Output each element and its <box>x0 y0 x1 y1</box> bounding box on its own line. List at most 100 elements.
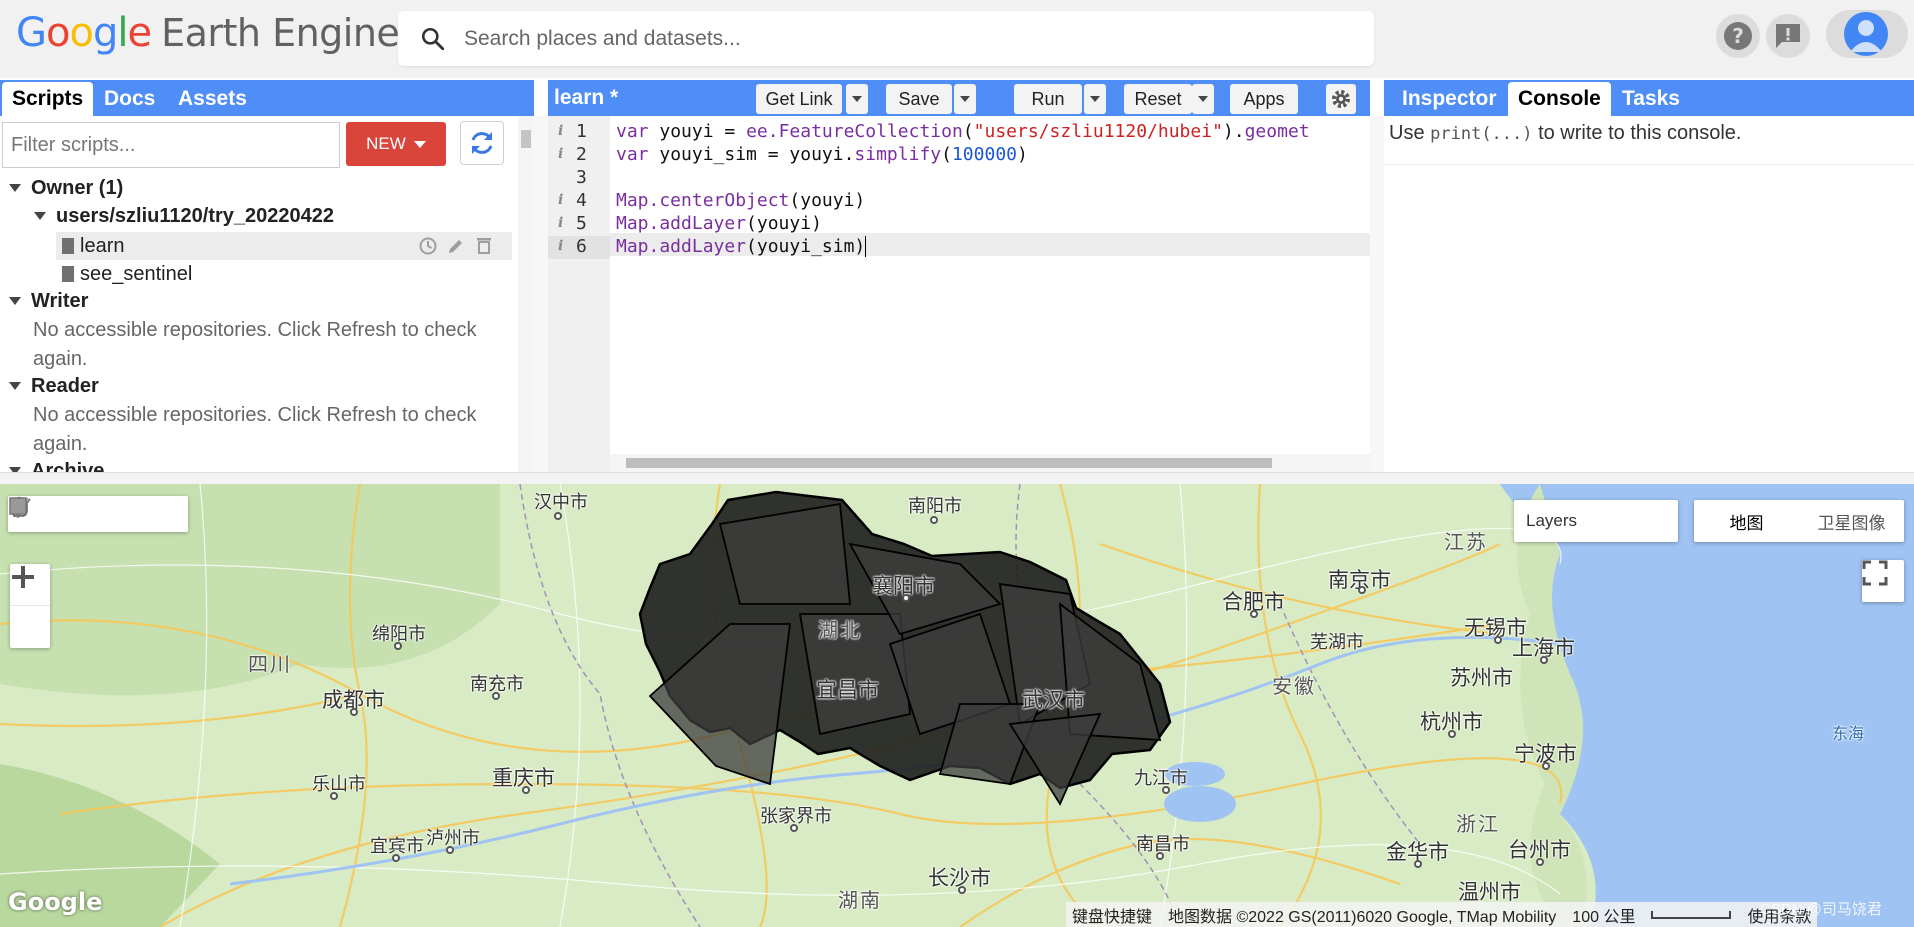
city-marker <box>1540 656 1548 664</box>
tab-tasks[interactable]: Tasks <box>1612 82 1690 116</box>
code-line-1[interactable]: var youyi = ee.FeatureCollection("users/… <box>616 121 1310 144</box>
line-tool[interactable] <box>9 496 116 532</box>
map-label: 湖南 <box>838 890 882 912</box>
city-marker <box>1162 786 1170 794</box>
script-row-see-sentinel[interactable]: see_sentinel <box>62 261 192 287</box>
product-name: Earth Engine <box>161 11 400 55</box>
archive-section[interactable]: Archive <box>9 458 104 472</box>
city-marker <box>330 792 338 800</box>
rectangle-icon <box>9 497 27 515</box>
fullscreen-button[interactable] <box>1862 560 1904 602</box>
layers-button[interactable]: Layers <box>1514 500 1678 542</box>
script-title: learn * <box>554 86 619 109</box>
editor-horizontal-scrollbar[interactable] <box>610 454 1370 472</box>
repo-name: users/szliu1120/try_20220422 <box>56 204 334 227</box>
info-icon: i <box>558 192 564 208</box>
get-link-button[interactable]: Get Link <box>756 84 842 114</box>
code-line-4[interactable]: Map.centerObject(youyi) <box>616 190 865 213</box>
map-label: 苏州市 <box>1450 667 1513 690</box>
search-box[interactable] <box>398 11 1374 66</box>
refresh-button[interactable] <box>460 121 504 165</box>
chevron-down-icon <box>960 96 970 102</box>
new-button-label: NEW <box>366 134 406 153</box>
left-splitter[interactable] <box>534 116 548 472</box>
writer-section[interactable]: Writer <box>9 288 88 314</box>
code-line-6[interactable]: Map.addLayer(youyi_sim) <box>616 236 867 259</box>
fullscreen-icon <box>1862 560 1888 586</box>
writer-label: Writer <box>31 289 89 312</box>
history-icon[interactable] <box>418 236 438 256</box>
city-marker <box>902 594 910 602</box>
city-marker <box>1494 636 1502 644</box>
code-editor[interactable]: i1 i2 3 i4 i5 i6 var youyi = ee.FeatureC… <box>548 116 1370 472</box>
filter-scripts-input[interactable] <box>2 122 340 168</box>
map-label: 宜昌市 <box>816 679 879 702</box>
info-icon: i <box>558 123 564 139</box>
tab-inspector[interactable]: Inspector <box>1392 82 1507 116</box>
city-marker <box>1414 860 1422 868</box>
map-type-toggle: 地图 卫星图像 <box>1694 500 1904 542</box>
reader-section[interactable]: Reader <box>9 373 99 399</box>
tab-scripts[interactable]: Scripts <box>2 82 94 116</box>
reset-button[interactable]: Reset <box>1124 84 1192 114</box>
script-row-learn[interactable]: learn <box>56 232 512 260</box>
new-script-button[interactable]: NEW <box>346 122 446 166</box>
code-line-5[interactable]: Map.addLayer(youyi) <box>616 213 822 236</box>
tab-console[interactable]: Console <box>1508 82 1611 116</box>
run-button[interactable]: Run <box>1014 84 1082 114</box>
apps-button[interactable]: Apps <box>1230 84 1298 114</box>
code-line-2[interactable]: var youyi_sim = youyi.simplify(100000) <box>616 144 1028 167</box>
map-label: 浙江 <box>1456 814 1500 836</box>
help-button[interactable]: ? <box>1716 14 1760 58</box>
run-dropdown[interactable] <box>1084 84 1106 114</box>
map-type-roadmap[interactable]: 地图 <box>1694 500 1799 542</box>
map-label: 南阳市 <box>908 496 962 516</box>
tab-assets[interactable]: Assets <box>168 82 257 116</box>
scripts-scrollbar[interactable] <box>518 116 534 472</box>
map-label: 汉中市 <box>534 492 588 512</box>
scripts-panel: NEW Owner (1) users/szliu1120/try_202204… <box>0 116 534 472</box>
right-splitter[interactable] <box>1370 116 1384 472</box>
owner-section[interactable]: Owner (1) <box>9 175 123 201</box>
expand-icon <box>9 382 21 390</box>
info-icon: i <box>558 238 564 254</box>
map-type-satellite[interactable]: 卫星图像 <box>1799 500 1904 542</box>
console-hint-code: print(...) <box>1430 124 1533 144</box>
expand-icon <box>34 212 46 220</box>
map-label: 九江市 <box>1134 768 1188 788</box>
earth-engine-logo[interactable]: Google Earth Engine <box>16 10 400 58</box>
polygon-tool[interactable] <box>9 496 152 532</box>
tab-docs[interactable]: Docs <box>94 82 165 116</box>
account-button[interactable] <box>1826 10 1908 58</box>
reset-dropdown[interactable] <box>1192 84 1214 114</box>
feedback-button[interactable] <box>1766 14 1810 58</box>
search-input[interactable] <box>464 21 1344 57</box>
rectangle-tool[interactable] <box>9 496 188 532</box>
reader-note: No accessible repositories. Click Refres… <box>33 404 477 455</box>
save-button[interactable]: Save <box>886 84 952 114</box>
delete-icon[interactable] <box>474 236 494 256</box>
map-splitter[interactable] <box>0 472 1914 484</box>
map-data-credit: 地图数据 ©2022 GS(2011)6020 Google, TMap Mob… <box>1168 908 1557 926</box>
keyboard-shortcuts-link[interactable]: 键盘快捷键 <box>1072 903 1152 927</box>
minus-icon <box>12 575 34 579</box>
point-tool[interactable] <box>11 496 80 532</box>
refresh-icon <box>471 132 493 154</box>
city-marker <box>522 786 530 794</box>
map-label: 湖北 <box>818 620 862 642</box>
console-hint: Use print(...) to write to this console. <box>1389 122 1742 144</box>
owner-label: Owner (1) <box>31 176 124 199</box>
map-label: 芜湖市 <box>1310 632 1364 652</box>
city-marker <box>446 846 454 854</box>
settings-button[interactable] <box>1326 84 1356 114</box>
save-dropdown[interactable] <box>954 84 976 114</box>
edit-icon[interactable] <box>446 236 466 256</box>
map-label: 武汉市 <box>1022 689 1085 712</box>
zoom-out-button[interactable] <box>10 575 50 648</box>
get-link-dropdown[interactable] <box>846 84 868 114</box>
map-view[interactable]: 汉中市 南阳市 江苏 南京市 合肥市 襄阳市 湖北 绵阳市 芜湖市 无锡市 上海… <box>0 484 1914 927</box>
gear-icon <box>1332 90 1350 108</box>
avatar <box>1844 12 1888 56</box>
repo-folder[interactable]: users/szliu1120/try_20220422 <box>34 203 334 229</box>
city-marker <box>394 642 402 650</box>
